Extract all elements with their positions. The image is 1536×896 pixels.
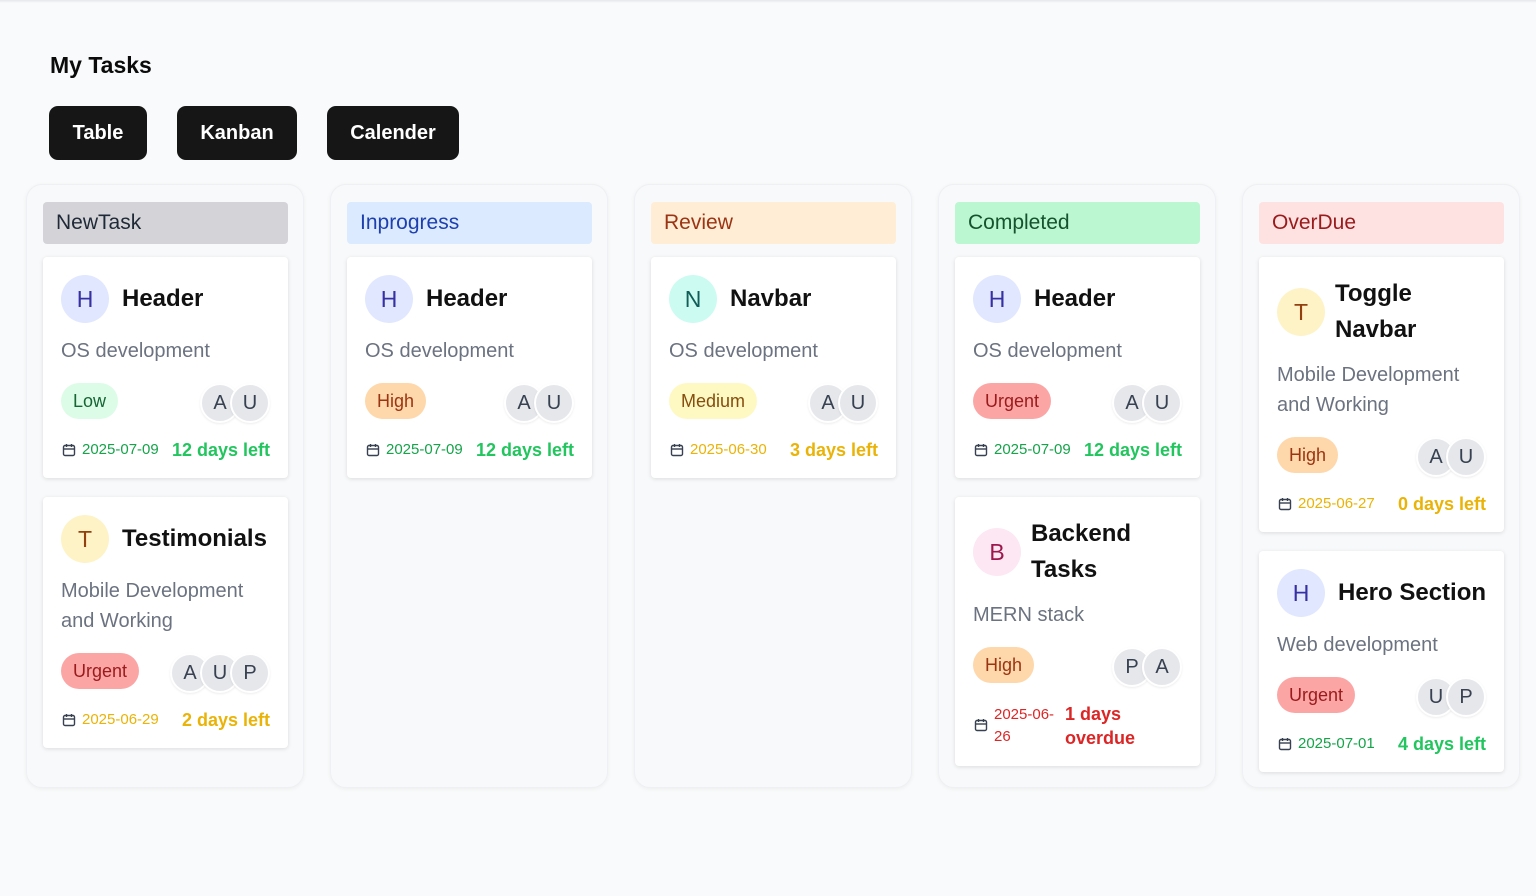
task-card[interactable]: T Toggle Navbar Mobile Development and W… [1259, 257, 1504, 532]
assignee-list: U P [1416, 677, 1486, 717]
calendar-icon [62, 714, 76, 727]
days-remaining: 0 days left [1397, 494, 1486, 514]
priority-badge: Medium [669, 383, 758, 419]
priority-badge: Urgent [61, 653, 140, 689]
calendar-view-button[interactable]: Calender [327, 106, 459, 160]
table-view-button[interactable]: Table [49, 106, 147, 160]
due-date: 2025-06-27 [1298, 495, 1375, 512]
task-avatar: T [61, 515, 109, 563]
task-avatar: N [669, 275, 717, 323]
column-newtask: NewTask H Header OS development Low A U … [26, 184, 304, 788]
priority-badge: Urgent [1277, 677, 1356, 713]
task-title: Testimonials [122, 525, 267, 552]
task-title: Header [1034, 285, 1116, 312]
calendar-icon [974, 719, 988, 732]
assignee-list: A U [808, 383, 878, 423]
task-description: OS development [973, 340, 1122, 362]
view-switcher: Table Kanban Calender [49, 106, 489, 160]
task-avatar: H [973, 275, 1021, 323]
due-date: 2025-07-01 [1298, 735, 1375, 752]
column-header: Completed [955, 202, 1200, 244]
task-title: Hero Section [1338, 579, 1487, 606]
due-date: 2025-07-09 [994, 441, 1071, 458]
column-review: Review N Navbar OS development Medium A … [634, 184, 912, 788]
assignee-list: A U P [170, 653, 270, 693]
days-remaining: 12 days left [475, 440, 574, 460]
days-remaining: 1 days overdue [1065, 704, 1136, 748]
calendar-icon [974, 444, 988, 457]
task-avatar: H [365, 275, 413, 323]
priority-badge: High [365, 383, 427, 419]
assignee-avatar[interactable]: U [1142, 383, 1182, 423]
days-remaining: 3 days left [789, 440, 878, 460]
task-description: OS development [61, 340, 210, 362]
task-card[interactable]: B Backend Tasks MERN stack High P A 2025… [955, 497, 1200, 766]
assignee-list: A U [504, 383, 574, 423]
column-overdue: OverDue T Toggle Navbar Mobile Developme… [1242, 184, 1520, 788]
days-remaining: 2 days left [181, 710, 270, 730]
due-date: 2025-06-26 [994, 706, 1055, 745]
calendar-icon [62, 444, 76, 457]
assignee-avatar[interactable]: U [1446, 437, 1486, 477]
task-card[interactable]: H Header OS development Urgent A U 2025-… [955, 257, 1200, 478]
due-date: 2025-06-29 [82, 711, 159, 728]
task-description: OS development [365, 340, 514, 362]
task-avatar: H [1277, 569, 1325, 617]
task-description: Mobile Development and Working [1277, 364, 1460, 416]
calendar-icon [1278, 738, 1292, 751]
column-completed: Completed H Header OS development Urgent… [938, 184, 1216, 788]
priority-badge: High [973, 647, 1035, 683]
column-inprogress: Inprogress H Header OS development High … [330, 184, 608, 788]
due-date: 2025-06-30 [690, 441, 767, 458]
assignee-avatar[interactable]: P [230, 653, 270, 693]
task-description: MERN stack [973, 604, 1085, 626]
assignee-avatar[interactable]: A [1142, 647, 1182, 687]
task-avatar: H [61, 275, 109, 323]
task-description: Web development [1277, 634, 1438, 656]
assignee-list: A U [1416, 437, 1486, 477]
calendar-icon [366, 444, 380, 457]
task-title: Header [122, 285, 204, 312]
task-card[interactable]: H Header OS development Low A U 2025-07-… [43, 257, 288, 478]
calendar-icon [1278, 498, 1292, 511]
task-description: Mobile Development and Working [61, 580, 244, 632]
assignee-avatar[interactable]: U [534, 383, 574, 423]
column-header: Review [651, 202, 896, 244]
top-bar-shadow [0, 0, 1536, 3]
days-remaining: 12 days left [171, 440, 270, 460]
assignee-list: P A [1112, 647, 1182, 687]
priority-badge: High [1277, 437, 1339, 473]
task-card[interactable]: H Hero Section Web development Urgent U … [1259, 551, 1504, 772]
assignee-avatar[interactable]: U [230, 383, 270, 423]
column-header: NewTask [43, 202, 288, 244]
page-title: My Tasks [50, 52, 152, 78]
priority-badge: Low [61, 383, 119, 419]
task-title: Header [426, 285, 508, 312]
task-card[interactable]: H Header OS development High A U 2025-07… [347, 257, 592, 478]
assignee-avatar[interactable]: U [838, 383, 878, 423]
assignee-avatar[interactable]: P [1446, 677, 1486, 717]
task-card[interactable]: N Navbar OS development Medium A U 2025-… [651, 257, 896, 478]
task-avatar: T [1277, 288, 1325, 336]
assignee-list: A U [1112, 383, 1182, 423]
due-date: 2025-07-09 [386, 441, 463, 458]
column-header: Inprogress [347, 202, 592, 244]
assignee-list: A U [200, 383, 270, 423]
task-description: OS development [669, 340, 818, 362]
task-title: Toggle Navbar [1335, 280, 1417, 343]
days-remaining: 12 days left [1083, 440, 1182, 460]
task-avatar: B [973, 528, 1021, 576]
calendar-icon [670, 444, 684, 457]
kanban-view-button[interactable]: Kanban [177, 106, 297, 160]
task-title: Navbar [730, 285, 812, 312]
days-remaining: 4 days left [1397, 734, 1486, 754]
column-header: OverDue [1259, 202, 1504, 244]
task-title: Backend Tasks [1031, 520, 1132, 583]
due-date: 2025-07-09 [82, 441, 159, 458]
priority-badge: Urgent [973, 383, 1052, 419]
task-card[interactable]: T Testimonials Mobile Development and Wo… [43, 497, 288, 748]
